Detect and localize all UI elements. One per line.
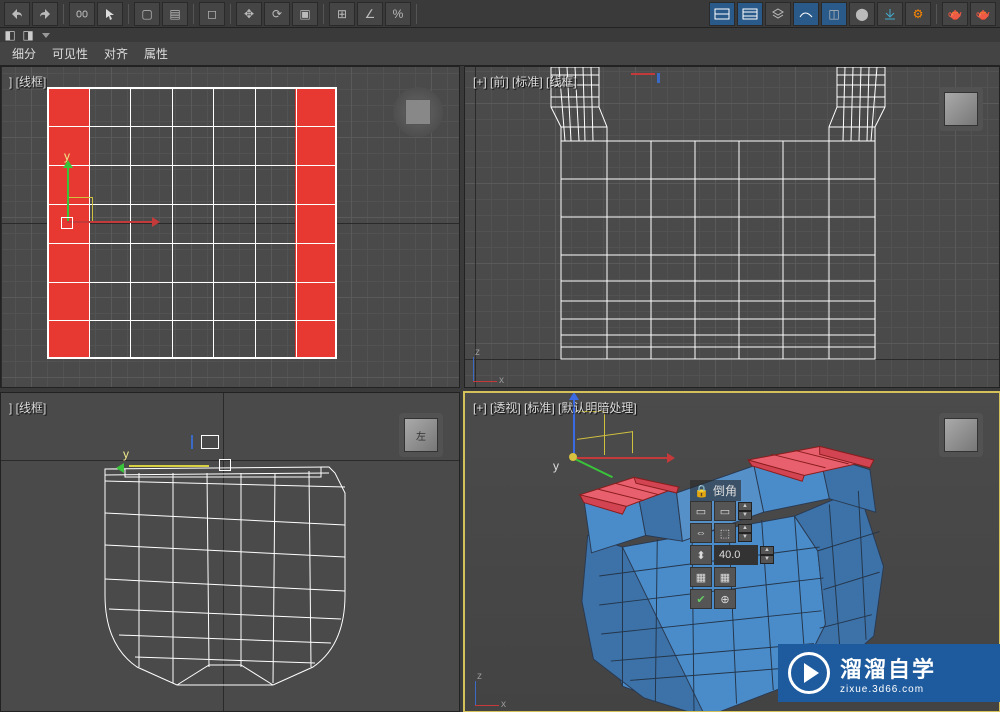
caddy-opt2-icon[interactable]: ▦ bbox=[714, 567, 736, 587]
caddy-amount-icon[interactable]: ⬍ bbox=[690, 545, 712, 565]
tb-material-icon[interactable]: ⬤ bbox=[849, 2, 875, 26]
caddy-slider-icon2[interactable]: ⬚ bbox=[714, 523, 736, 543]
tb-rect-icon[interactable]: ◻ bbox=[199, 2, 225, 26]
gizmo-y-label: y bbox=[64, 149, 70, 163]
menubar: 细分 可见性 对齐 属性 bbox=[0, 42, 1000, 66]
tb-render-setup-icon[interactable]: ⚙ bbox=[905, 2, 931, 26]
viewcube-persp[interactable] bbox=[939, 413, 983, 457]
tb-snap-icon[interactable]: ⊞ bbox=[329, 2, 355, 26]
front-view-object bbox=[551, 67, 885, 359]
secondary-toolbar: ◧ ◨ bbox=[0, 28, 1000, 42]
dropdown-icon[interactable] bbox=[40, 29, 52, 41]
vp-front-label[interactable]: [+] [前] [标准] [线框] bbox=[473, 73, 577, 90]
top-view-object bbox=[47, 87, 337, 359]
menu-properties[interactable]: 属性 bbox=[136, 43, 176, 65]
menu-subdivide[interactable]: 细分 bbox=[4, 43, 44, 65]
tb-mode2-icon[interactable] bbox=[737, 2, 763, 26]
viewcube-front[interactable] bbox=[939, 87, 983, 131]
caddy-amount-input[interactable]: 40.0 bbox=[714, 545, 758, 565]
viewcube-top[interactable] bbox=[393, 87, 443, 137]
tb-teapot-icon[interactable]: 🫖 bbox=[942, 2, 968, 26]
viewport-top[interactable]: ] [线框] y bbox=[0, 66, 460, 388]
menu-visibility[interactable]: 可见性 bbox=[44, 43, 96, 65]
caddy-spinner3[interactable]: ▲▼ bbox=[760, 546, 774, 564]
tb-angle-icon[interactable]: ∠ bbox=[357, 2, 383, 26]
watermark-logo: 溜溜自学 zixue.3d66.com bbox=[778, 644, 1000, 702]
caddy-mode1b-icon[interactable]: ▭ bbox=[714, 501, 736, 521]
tb-redo-icon[interactable] bbox=[32, 2, 58, 26]
tb-render-icon[interactable]: 🫖 bbox=[970, 2, 996, 26]
lock-icon: 🔒 bbox=[694, 484, 709, 498]
tb-move-icon[interactable]: ✥ bbox=[236, 2, 262, 26]
caddy-ok-icon[interactable]: ✔ bbox=[690, 589, 712, 609]
viewport-left[interactable]: ] [线框] 左 bbox=[0, 392, 460, 712]
main-toolbar: ▢ ▤ ◻ ✥ ⟳ ▣ ⊞ ∠ % ◫ ⬤ ⚙ 🫖 🫖 bbox=[0, 0, 1000, 28]
tb-percent-icon[interactable]: % bbox=[385, 2, 411, 26]
viewport-front[interactable]: [+] [前] [标准] [线框] bbox=[464, 66, 1000, 388]
tb-link-icon[interactable] bbox=[69, 2, 95, 26]
tb-sel-all-icon[interactable]: ▢ bbox=[134, 2, 160, 26]
vp-persp-label[interactable]: [+] [透视] [标准] [默认明暗处理] bbox=[473, 399, 637, 416]
caddy-spinner2[interactable]: ▲▼ bbox=[738, 524, 752, 542]
tb-mode1-icon[interactable] bbox=[709, 2, 735, 26]
chamfer-caddy: 🔒 倒角 ▭ ▭ ▲▼ ⇔ ⬚ ▲▼ ⬍ 40.0 ▲▼ ▦ ▦ ✔ ⊕ bbox=[690, 480, 810, 611]
caddy-opt1-icon[interactable]: ▦ bbox=[690, 567, 712, 587]
caddy-mode1-icon[interactable]: ▭ bbox=[690, 501, 712, 521]
logo-url: zixue.3d66.com bbox=[840, 684, 936, 695]
vp-top-label[interactable]: ] [线框] bbox=[9, 73, 46, 90]
tb-rotate-icon[interactable]: ⟳ bbox=[264, 2, 290, 26]
viewcube-left[interactable]: 左 bbox=[399, 413, 443, 457]
caddy-spinner1[interactable]: ▲▼ bbox=[738, 502, 752, 520]
tb-cursor-icon[interactable] bbox=[97, 2, 123, 26]
tb-render-down-icon[interactable] bbox=[877, 2, 903, 26]
viewport-container: ] [线框] y bbox=[0, 66, 1000, 712]
play-icon bbox=[788, 652, 830, 694]
menu-align[interactable]: 对齐 bbox=[96, 43, 136, 65]
tb-scale-icon[interactable]: ▣ bbox=[292, 2, 318, 26]
tb-undo-icon[interactable] bbox=[4, 2, 30, 26]
logo-title: 溜溜自学 bbox=[840, 652, 936, 684]
left-view-object bbox=[97, 445, 353, 675]
vp-left-label[interactable]: ] [线框] bbox=[9, 399, 46, 416]
selected-faces-right bbox=[295, 89, 335, 357]
tb-sel-name-icon[interactable]: ▤ bbox=[162, 2, 188, 26]
caddy-apply-icon[interactable]: ⊕ bbox=[714, 589, 736, 609]
tb-layers-icon[interactable] bbox=[765, 2, 791, 26]
tb-schematic-icon[interactable]: ◫ bbox=[821, 2, 847, 26]
sec-btn2-icon[interactable]: ◨ bbox=[22, 29, 34, 41]
caddy-title: 🔒 倒角 bbox=[690, 480, 741, 501]
sec-btn1-icon[interactable]: ◧ bbox=[4, 29, 16, 41]
tb-curve-icon[interactable] bbox=[793, 2, 819, 26]
caddy-slider-icon[interactable]: ⇔ bbox=[690, 523, 712, 543]
